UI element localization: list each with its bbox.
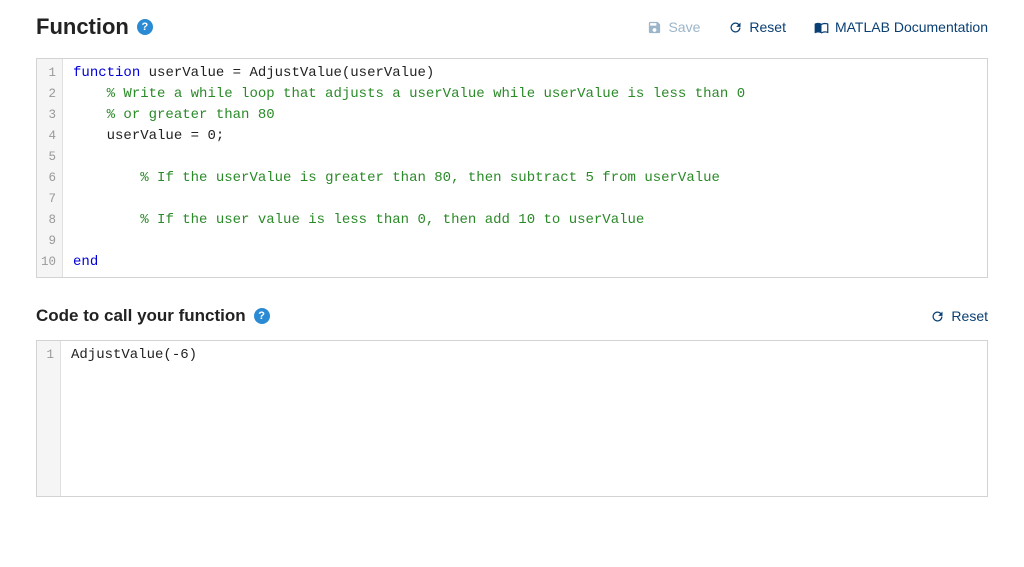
save-button: Save xyxy=(647,19,700,35)
code-line[interactable]: % If the userValue is greater than 80, t… xyxy=(73,168,977,189)
code-line[interactable]: AdjustValue(-6) xyxy=(71,345,977,366)
code-line[interactable]: % or greater than 80 xyxy=(73,105,977,126)
save-label: Save xyxy=(668,19,700,35)
function-section-header: Function ? Save Reset MATLAB Documentati… xyxy=(36,14,988,40)
line-number: 3 xyxy=(41,105,56,126)
code-line[interactable] xyxy=(73,231,977,252)
reset-label: Reset xyxy=(749,19,786,35)
function-editor[interactable]: 12345678910 function userValue = AdjustV… xyxy=(36,58,988,278)
reset-label: Reset xyxy=(951,308,988,324)
caller-title: Code to call your function xyxy=(36,306,246,326)
caller-section-header: Code to call your function ? Reset xyxy=(36,306,988,326)
code-area[interactable]: AdjustValue(-6) xyxy=(61,341,987,496)
code-area[interactable]: function userValue = AdjustValue(userVal… xyxy=(63,59,987,277)
line-number: 6 xyxy=(41,168,56,189)
line-gutter: 12345678910 xyxy=(37,59,63,277)
line-number: 4 xyxy=(41,126,56,147)
docs-label: MATLAB Documentation xyxy=(835,19,988,35)
line-number: 8 xyxy=(41,210,56,231)
line-number: 1 xyxy=(41,345,54,366)
code-line[interactable]: function userValue = AdjustValue(userVal… xyxy=(73,63,977,84)
reset-button[interactable]: Reset xyxy=(930,308,988,324)
line-number: 2 xyxy=(41,84,56,105)
code-line[interactable]: % Write a while loop that adjusts a user… xyxy=(73,84,977,105)
line-number: 7 xyxy=(41,189,56,210)
function-title: Function xyxy=(36,14,129,40)
line-number: 10 xyxy=(41,252,56,273)
docs-button[interactable]: MATLAB Documentation xyxy=(814,19,988,35)
function-actions: Save Reset MATLAB Documentation xyxy=(647,19,988,35)
line-number: 9 xyxy=(41,231,56,252)
code-line[interactable]: % If the user value is less than 0, then… xyxy=(73,210,977,231)
save-icon xyxy=(647,20,662,35)
code-line[interactable] xyxy=(73,147,977,168)
reset-icon xyxy=(728,20,743,35)
line-number: 1 xyxy=(41,63,56,84)
line-number: 5 xyxy=(41,147,56,168)
code-line[interactable]: userValue = 0; xyxy=(73,126,977,147)
title-wrap: Code to call your function ? xyxy=(36,306,270,326)
line-gutter: 1 xyxy=(37,341,61,496)
title-wrap: Function ? xyxy=(36,14,153,40)
help-icon[interactable]: ? xyxy=(254,308,270,324)
caller-editor[interactable]: 1 AdjustValue(-6) xyxy=(36,340,988,497)
code-line[interactable] xyxy=(73,189,977,210)
code-line[interactable]: end xyxy=(73,252,977,273)
reset-icon xyxy=(930,309,945,324)
reset-button[interactable]: Reset xyxy=(728,19,786,35)
book-icon xyxy=(814,20,829,35)
help-icon[interactable]: ? xyxy=(137,19,153,35)
caller-actions: Reset xyxy=(930,308,988,324)
